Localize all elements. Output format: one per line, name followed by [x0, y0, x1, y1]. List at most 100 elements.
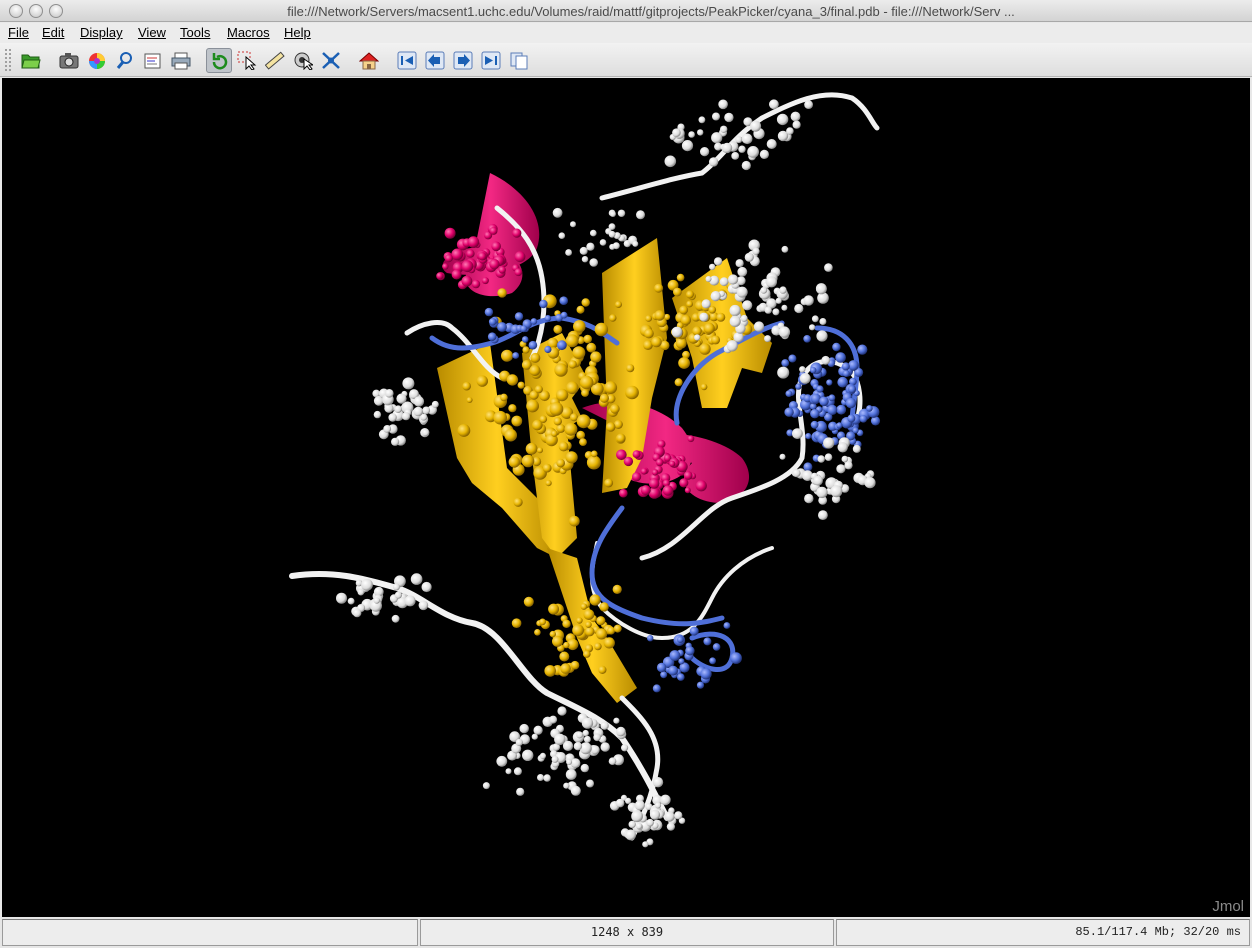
atom-sphere [615, 301, 622, 308]
atom-sphere [837, 376, 848, 388]
atom-sphere [677, 673, 685, 681]
measure-button[interactable] [262, 48, 288, 73]
molecule-viewer[interactable]: Jmol [2, 78, 1250, 917]
title-bar[interactable]: file:///Network/Servers/macsent1.uchc.ed… [0, 0, 1252, 22]
atom-sphere [769, 99, 779, 110]
minimize-window-button[interactable] [29, 4, 43, 18]
menu-tools[interactable]: Tools [180, 25, 210, 40]
atom-sphere [805, 433, 812, 440]
atom-sphere [576, 731, 583, 739]
atom-sphere [660, 794, 671, 806]
atom-sphere [786, 127, 794, 135]
select-mode-button[interactable] [234, 48, 260, 73]
atom-sphere [640, 468, 648, 475]
atom-sphere [666, 822, 676, 831]
atom-sphere [580, 603, 588, 610]
atom-sphere [866, 405, 873, 412]
open-file-button[interactable] [18, 48, 44, 73]
atom-sphere [489, 226, 498, 235]
coil-tube-blue [589, 505, 725, 627]
atom-sphere [534, 385, 543, 394]
atom-sphere [606, 422, 616, 432]
atom-sphere [410, 573, 423, 585]
atom-sphere [576, 305, 585, 314]
atom-sphere [484, 307, 494, 317]
previous-frame-button[interactable] [422, 48, 448, 73]
atom-sphere [765, 276, 778, 288]
rotate-mode-button[interactable] [206, 48, 232, 73]
menu-macros[interactable]: Macros [227, 25, 270, 40]
atom-sphere [821, 355, 831, 365]
menu-edit[interactable]: Edit [42, 25, 64, 40]
atom-sphere [824, 263, 833, 272]
pick-center-button[interactable] [290, 48, 316, 73]
atom-sphere [655, 458, 664, 467]
atom-sphere [845, 397, 857, 409]
next-frame-button[interactable] [450, 48, 476, 73]
atom-sphere [832, 342, 841, 352]
atom-sphere [560, 663, 571, 674]
atom-sphere [336, 592, 347, 604]
atom-sphere [590, 229, 597, 237]
atom-sphere [392, 583, 400, 591]
atom-sphere [775, 297, 782, 304]
home-button[interactable] [356, 48, 382, 73]
atom-sphere [553, 325, 563, 334]
molecule-scene[interactable] [2, 78, 1250, 917]
atom-sphere [579, 246, 588, 255]
screenshot-button[interactable] [56, 48, 82, 73]
atom-sphere [841, 455, 849, 463]
menu-help[interactable]: Help [284, 25, 311, 40]
atom-sphere [608, 230, 616, 238]
toolbar-grip[interactable] [4, 48, 12, 72]
menu-display[interactable]: Display [80, 25, 123, 40]
zoom-window-button[interactable] [49, 4, 63, 18]
atom-sphere [586, 242, 595, 251]
atom-sphere [529, 365, 541, 376]
inspect-button[interactable] [112, 48, 138, 73]
atom-sphere [684, 487, 691, 494]
atom-sphere [703, 322, 715, 334]
atom-sphere [735, 259, 744, 268]
atom-sphere [679, 478, 689, 488]
atom-sphere [760, 286, 768, 294]
menu-view[interactable]: View [138, 25, 166, 40]
atom-sphere [537, 774, 544, 781]
last-frame-button[interactable] [478, 48, 504, 73]
script-editor-button[interactable] [140, 48, 166, 73]
atom-sphere [560, 311, 568, 319]
atom-sphere [823, 437, 835, 449]
atom-sphere [836, 404, 847, 415]
atom-sphere [848, 385, 856, 394]
atom-sphere [493, 410, 508, 425]
prev-frame-icon [425, 51, 445, 70]
atom-sphere [589, 594, 601, 606]
atom-sphere [604, 381, 618, 394]
spin-button[interactable] [318, 48, 344, 73]
close-window-button[interactable] [9, 4, 23, 18]
atom-sphere [514, 268, 523, 277]
coil-tube-blue [689, 631, 736, 672]
atom-sphere [572, 624, 584, 637]
status-bar: 1248 x 839 85.1/117.4 Mb; 32/20 ms [0, 917, 1252, 948]
atom-sphere [487, 332, 497, 341]
atom-sphere [556, 458, 565, 468]
atom-sphere [523, 596, 534, 607]
print-button[interactable] [168, 48, 194, 73]
atom-sphere [619, 488, 628, 498]
coil-tube [289, 570, 670, 821]
atom-sphere [711, 335, 721, 345]
atom-sphere [413, 396, 425, 407]
first-frame-button[interactable] [394, 48, 420, 73]
atom-sphere [697, 129, 704, 136]
color-button[interactable] [84, 48, 110, 73]
atom-sphere [517, 381, 525, 389]
atom-sphere [687, 435, 695, 443]
atom-sphere [608, 757, 617, 765]
atom-sphere [668, 665, 679, 676]
toolbar [0, 43, 1252, 77]
atom-sphere [632, 472, 642, 482]
menu-file[interactable]: File [8, 25, 29, 40]
atom-sphere [700, 383, 708, 391]
copy-button[interactable] [506, 48, 532, 73]
